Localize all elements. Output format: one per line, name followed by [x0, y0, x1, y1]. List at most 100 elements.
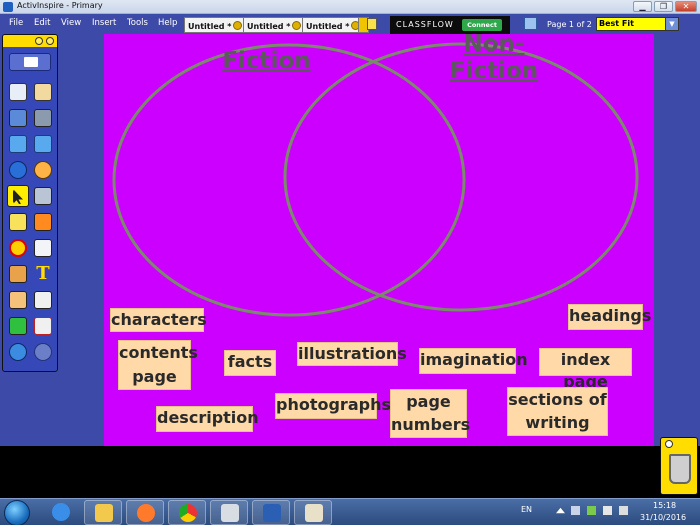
toolbox-settings-icon[interactable]	[35, 37, 43, 45]
card-sections-of-writing[interactable]: sections of writing	[507, 387, 608, 436]
menu-view[interactable]: View	[61, 18, 81, 28]
flipchart-page-icon[interactable]	[367, 18, 377, 30]
media-icon	[9, 291, 27, 309]
toolbox-close-icon[interactable]	[46, 37, 54, 45]
explorer-taskbar-button[interactable]	[84, 500, 122, 525]
clear-tool[interactable]	[32, 315, 54, 337]
close-button[interactable]: ✕	[675, 1, 697, 12]
paint-bucket-icon	[34, 213, 52, 231]
paint-taskbar-button[interactable]	[294, 500, 332, 525]
web-browser-tool[interactable]	[32, 159, 54, 181]
classflow-connect-button[interactable]: Connect	[462, 19, 502, 31]
chrome-taskbar-button[interactable]	[168, 500, 206, 525]
card-characters[interactable]: characters	[110, 308, 207, 332]
trash-close-icon[interactable]	[665, 440, 673, 448]
card-photographs[interactable]: photographs	[275, 393, 391, 419]
ie-taskbar-button[interactable]	[42, 500, 80, 525]
play-tool[interactable]	[7, 159, 29, 181]
close-tab-icon[interactable]	[233, 21, 243, 30]
word-taskbar-button[interactable]	[252, 500, 290, 525]
zoom-dropdown-arrow-icon[interactable]: ▼	[665, 17, 679, 31]
eraser-icon	[9, 317, 27, 335]
app-icon	[3, 2, 13, 12]
classflow-label: CLASSFLOW	[396, 20, 454, 29]
select-tool[interactable]	[7, 185, 29, 207]
tab-label: Untitled *	[188, 22, 232, 31]
menu-file[interactable]: File	[9, 18, 23, 28]
signal-icon[interactable]	[603, 506, 612, 515]
next-page-tool[interactable]	[32, 133, 54, 155]
redo-tool[interactable]	[32, 341, 54, 363]
media-taskbar-button[interactable]	[126, 500, 164, 525]
card-imagination[interactable]: imagination	[419, 348, 528, 374]
tab-label: Untitled *	[247, 22, 291, 31]
chrome-icon	[179, 504, 197, 522]
toolbox-header[interactable]	[3, 35, 57, 47]
main-menu-icon	[9, 83, 27, 101]
user-profile-tool[interactable]	[32, 81, 54, 103]
card-page-numbers[interactable]: page numbers	[390, 389, 470, 438]
previous-page-tool[interactable]	[7, 133, 29, 155]
play-icon	[9, 161, 27, 179]
trash-can-icon	[669, 454, 691, 484]
browser-tool[interactable]	[7, 107, 29, 129]
eraser-tool[interactable]	[7, 315, 29, 337]
tab-document-2[interactable]: Untitled *	[243, 17, 306, 33]
card-description[interactable]: description	[156, 406, 259, 432]
menu-help[interactable]: Help	[158, 18, 177, 28]
text-tool[interactable]: T	[32, 263, 54, 285]
connector-icon	[34, 239, 52, 257]
close-tab-icon[interactable]	[292, 21, 302, 30]
card-index-page[interactable]: index page	[539, 348, 632, 391]
edit-tool[interactable]	[32, 185, 54, 207]
pen-icon	[9, 213, 27, 231]
minimize-button[interactable]: ▁	[633, 1, 652, 12]
volume-icon[interactable]	[619, 506, 628, 515]
card-headings[interactable]: headings	[568, 304, 651, 330]
menu-tools[interactable]: Tools	[127, 18, 148, 28]
card-facts[interactable]: facts	[224, 350, 276, 376]
wrench-icon	[34, 109, 52, 127]
card-illustrations[interactable]: illustrations	[297, 342, 407, 366]
fiction-title[interactable]: Fiction	[219, 48, 314, 75]
screen: ActivInspire - Primary ▁ ❐ ✕ File Edit V…	[0, 0, 700, 525]
pen-tool[interactable]	[7, 211, 29, 233]
screen-capture-tool[interactable]	[32, 289, 54, 311]
page-indicator: Page 1 of 2	[547, 20, 592, 29]
page-browser-icon[interactable]	[524, 17, 537, 30]
network-icon[interactable]	[587, 506, 596, 515]
main-toolbox[interactable]: T	[2, 34, 58, 372]
fill-tool[interactable]	[32, 211, 54, 233]
non-fiction-title[interactable]: Non- Fiction	[444, 34, 544, 85]
tools-tool[interactable]	[32, 107, 54, 129]
export-button[interactable]	[9, 53, 51, 71]
trash-tool[interactable]	[660, 437, 698, 495]
user-profile-icon	[34, 83, 52, 101]
clock-date[interactable]: 31/10/2016	[640, 513, 686, 522]
card-contents-page[interactable]: contents page	[118, 340, 198, 390]
flag-icon[interactable]	[571, 506, 580, 515]
language-indicator[interactable]: EN	[521, 505, 532, 514]
main-menu-tool[interactable]	[7, 81, 29, 103]
start-button[interactable]	[4, 500, 30, 525]
toolbox-icon	[9, 265, 27, 283]
menu-insert[interactable]: Insert	[92, 18, 116, 28]
tab-document-1[interactable]: Untitled *	[184, 17, 247, 33]
tab-document-3[interactable]: Untitled *	[302, 17, 365, 33]
activinspire-taskbar-button[interactable]	[210, 500, 248, 525]
connector-tool[interactable]	[32, 237, 54, 259]
menu-edit[interactable]: Edit	[34, 18, 50, 28]
shape-icon	[9, 239, 27, 257]
clear-page-icon	[34, 317, 52, 335]
resources-tool[interactable]	[7, 263, 29, 285]
flipchart-canvas[interactable]: Fiction Non- Fiction characters headings…	[104, 34, 654, 446]
clock-time[interactable]: 15:18	[653, 501, 676, 510]
window-title: ActivInspire - Primary	[17, 1, 103, 10]
maximize-button[interactable]: ❐	[654, 1, 673, 12]
insert-media-tool[interactable]	[7, 289, 29, 311]
workspace-lower	[0, 446, 700, 498]
fiction-circle[interactable]	[112, 43, 466, 317]
activinspire-icon	[221, 504, 239, 522]
shape-tool[interactable]	[7, 237, 29, 259]
undo-tool[interactable]	[7, 341, 29, 363]
